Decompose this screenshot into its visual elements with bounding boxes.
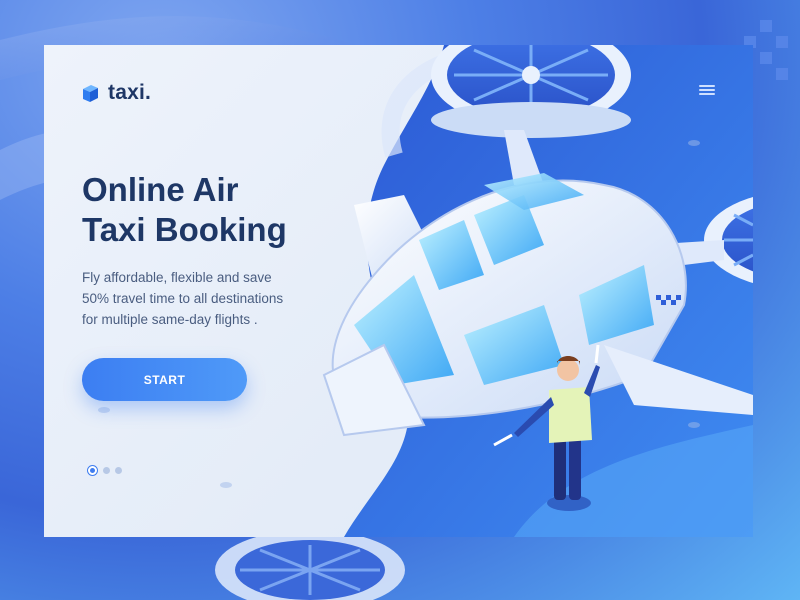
hamburger-menu-icon[interactable] <box>699 83 715 97</box>
headline-line-2: Taxi Booking <box>82 211 287 248</box>
hero-description: Fly affordable, flexible and save 50% tr… <box>82 267 322 330</box>
carousel-indicator <box>87 465 122 476</box>
headline-line-1: Online Air <box>82 171 239 208</box>
start-button[interactable]: START <box>82 358 247 401</box>
cube-logo-icon <box>83 84 98 102</box>
carousel-dot-2[interactable] <box>103 467 110 474</box>
brand-logo[interactable]: taxi. <box>82 81 151 105</box>
hero-card: taxi. Online Air Taxi Booking Fly afford… <box>44 45 753 537</box>
description-line-1: Fly affordable, flexible and save <box>82 270 272 285</box>
hero-headline: Online Air Taxi Booking <box>82 170 342 250</box>
carousel-dot-3[interactable] <box>115 467 122 474</box>
carousel-dot-1[interactable] <box>87 465 98 476</box>
description-line-3: for multiple same-day flights . <box>82 312 258 327</box>
description-line-2: 50% travel time to all destinations <box>82 291 284 306</box>
brand-name: taxi. <box>108 81 152 104</box>
